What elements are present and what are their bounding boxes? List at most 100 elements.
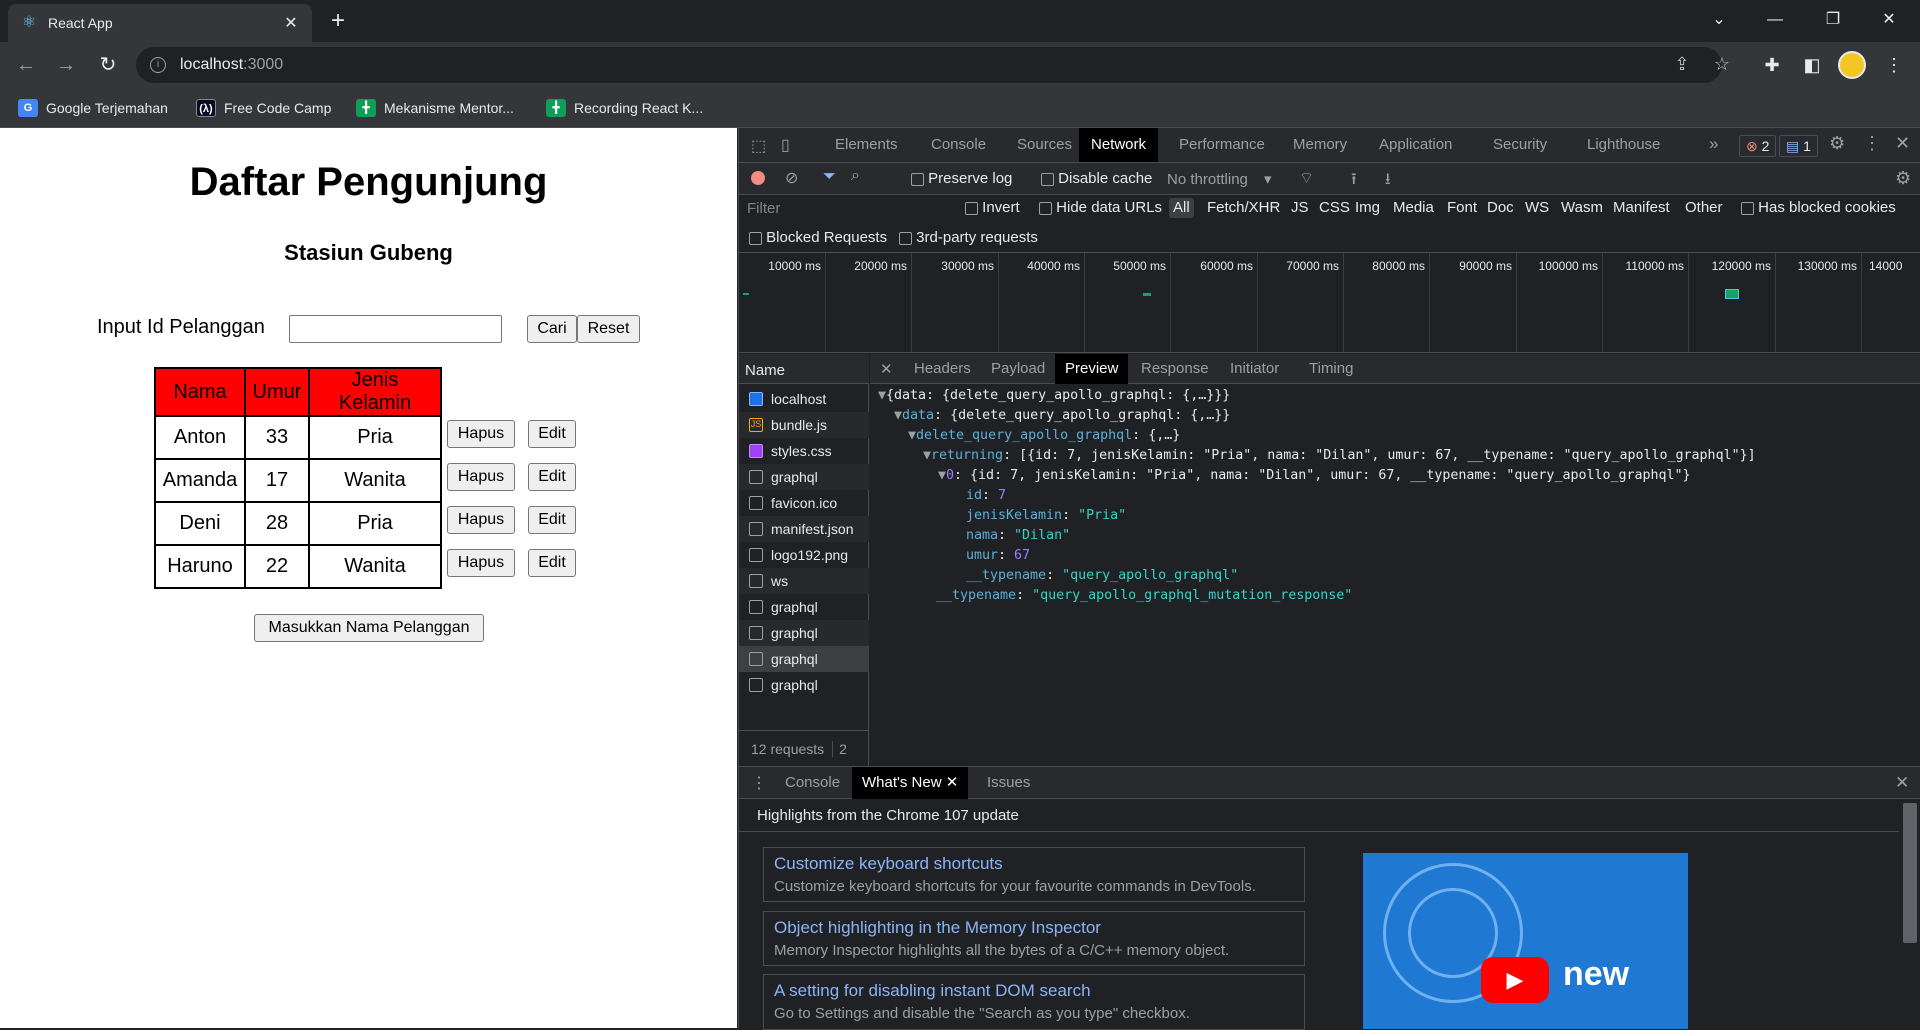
preview-line[interactable]: ▼delete_query_apollo_graphql: {,…} [908, 426, 1180, 446]
bookmark-recording-react[interactable]: ╋ Recording React K... [546, 96, 703, 120]
close-window-icon[interactable]: ✕ [1866, 6, 1912, 34]
drawer-menu-icon[interactable]: ⋮ [751, 773, 767, 793]
profile-avatar[interactable] [1838, 51, 1866, 79]
request-row[interactable]: graphql [739, 672, 869, 698]
reload-icon[interactable]: ↻ [94, 51, 122, 79]
type-filter-wasm[interactable]: Wasm [1561, 195, 1603, 221]
detail-tab-response[interactable]: Response [1133, 354, 1217, 384]
back-icon[interactable]: ← [12, 51, 40, 79]
tab-memory[interactable]: Memory [1281, 128, 1359, 162]
error-count-badge[interactable]: ⊗ 2 [1739, 135, 1777, 157]
edit-button[interactable]: Edit [528, 549, 576, 577]
whats-new-card[interactable]: Object highlighting in the Memory Inspec… [763, 911, 1305, 966]
throttling-select[interactable]: No throttling ▾ [1167, 170, 1272, 188]
import-har-icon[interactable]: ⭱ [1351, 168, 1357, 195]
disable-cache-checkbox[interactable]: Disable cache [1041, 170, 1152, 187]
request-row[interactable]: localhost [739, 386, 869, 412]
card-title[interactable]: Object highlighting in the Memory Inspec… [774, 918, 1294, 938]
filter-input[interactable]: Filter [747, 200, 951, 220]
minimize-icon[interactable]: — [1752, 6, 1798, 34]
collapse-triangle-icon[interactable]: ▼ [894, 408, 902, 423]
bookmark-mekanisme-mentor[interactable]: ╋ Mekanisme Mentor... [356, 96, 514, 120]
type-filter-all[interactable]: All [1169, 198, 1194, 218]
device-toolbar-icon[interactable]: ▯ [781, 135, 790, 155]
tab-sources[interactable]: Sources [1005, 128, 1084, 162]
request-row[interactable]: JS bundle.js [739, 412, 869, 438]
edit-button[interactable]: Edit [528, 506, 576, 534]
detail-tab-preview[interactable]: Preview [1055, 354, 1129, 384]
edit-button[interactable]: Edit [528, 420, 576, 448]
drawer-tab-issues[interactable]: Issues [977, 767, 1040, 799]
detail-tab-initiator[interactable]: Initiator [1222, 354, 1287, 384]
preview-line[interactable]: ▼data: {delete_query_apollo_graphql: {,…… [894, 406, 1230, 426]
address-bar[interactable]: i localhost:3000 [136, 47, 1722, 83]
type-filter-manifest[interactable]: Manifest [1613, 195, 1670, 221]
has-blocked-cookies-checkbox[interactable]: Has blocked cookies [1741, 195, 1896, 221]
preserve-log-checkbox[interactable]: Preserve log [911, 170, 1012, 187]
third-party-checkbox[interactable]: 3rd-party requests [899, 225, 1038, 251]
request-row[interactable]: logo192.png [739, 542, 869, 568]
network-overview-timeline[interactable]: 10000 ms 20000 ms 30000 ms 40000 ms 5000… [739, 253, 1920, 353]
type-filter-fetch-xhr[interactable]: Fetch/XHR [1207, 195, 1280, 221]
collapse-triangle-icon[interactable]: ▼ [938, 468, 946, 483]
filter-icon[interactable]: ⏷ [823, 168, 836, 186]
request-row-selected[interactable]: graphql [739, 646, 869, 672]
add-customer-button[interactable]: Masukkan Nama Pelanggan [254, 614, 484, 642]
collapse-triangle-icon[interactable]: ▼ [923, 448, 931, 463]
clear-icon[interactable]: ⊘ [785, 168, 798, 188]
close-tab-icon[interactable]: ✕ [946, 774, 959, 791]
delete-button[interactable]: Hapus [447, 420, 515, 448]
request-row[interactable]: graphql [739, 620, 869, 646]
delete-button[interactable]: Hapus [447, 506, 515, 534]
restore-icon[interactable]: ❐ [1810, 6, 1856, 34]
hide-data-urls-checkbox[interactable]: Hide data URLs [1039, 195, 1162, 221]
preview-line[interactable]: ▼{data: {delete_query_apollo_graphql: {,… [878, 386, 1230, 406]
settings-gear-icon[interactable]: ⚙ [1829, 133, 1845, 154]
delete-button[interactable]: Hapus [447, 463, 515, 491]
search-button[interactable]: Cari [527, 315, 577, 343]
type-filter-ws[interactable]: WS [1525, 195, 1549, 221]
type-filter-css[interactable]: CSS [1319, 195, 1350, 221]
delete-button[interactable]: Hapus [447, 549, 515, 577]
tab-search-icon[interactable]: ⌄ [1696, 6, 1742, 34]
export-har-icon[interactable]: ⭳ [1385, 168, 1391, 195]
share-icon[interactable]: ⇪ [1668, 50, 1696, 78]
name-column-header[interactable]: Name [739, 354, 869, 384]
preview-line[interactable]: ▼returning: [{id: 7, jenisKelamin: "Pria… [923, 446, 1756, 466]
request-row[interactable]: styles.css [739, 438, 869, 464]
drawer-scrollbar[interactable] [1903, 803, 1917, 943]
tab-network[interactable]: Network [1079, 128, 1159, 162]
extensions-icon[interactable]: ✚ [1758, 51, 1786, 79]
tab-elements[interactable]: Elements [823, 128, 910, 162]
tab-performance[interactable]: Performance [1167, 128, 1277, 162]
card-title[interactable]: A setting for disabling instant DOM sear… [774, 981, 1294, 1001]
drawer-tab-whats-new[interactable]: What's New ✕ [852, 767, 969, 799]
request-row[interactable]: graphql [739, 594, 869, 620]
close-tab-icon[interactable]: ✕ [282, 13, 300, 33]
collapse-triangle-icon[interactable]: ▼ [878, 388, 886, 403]
type-filter-media[interactable]: Media [1393, 195, 1434, 221]
whats-new-card[interactable]: A setting for disabling instant DOM sear… [763, 974, 1305, 1030]
record-icon[interactable] [751, 171, 765, 185]
search-icon[interactable]: ⌕ [851, 167, 860, 185]
type-filter-doc[interactable]: Doc [1487, 195, 1514, 221]
request-row[interactable]: ws [739, 568, 869, 594]
request-row[interactable]: favicon.ico [739, 490, 869, 516]
whats-new-card[interactable]: Customize keyboard shortcuts Customize k… [763, 847, 1305, 902]
forward-icon[interactable]: → [52, 51, 80, 79]
type-filter-img[interactable]: Img [1355, 195, 1380, 221]
close-detail-icon[interactable]: ✕ [880, 360, 893, 378]
detail-tab-payload[interactable]: Payload [983, 354, 1053, 384]
close-devtools-icon[interactable]: ✕ [1895, 133, 1910, 154]
new-tab-button[interactable]: + [324, 8, 352, 36]
request-row[interactable]: graphql [739, 464, 869, 490]
detail-tab-headers[interactable]: Headers [906, 354, 979, 384]
type-filter-js[interactable]: JS [1291, 195, 1309, 221]
bookmark-google-terjemahan[interactable]: G Google Terjemahan [18, 96, 168, 120]
card-title[interactable]: Customize keyboard shortcuts [774, 854, 1294, 874]
devtools-menu-icon[interactable]: ⋮ [1863, 133, 1881, 154]
network-settings-icon[interactable]: ⚙ [1895, 168, 1911, 189]
inspect-element-icon[interactable]: ⬚ [751, 136, 766, 156]
more-tabs-icon[interactable]: » [1709, 134, 1718, 154]
site-info-icon[interactable]: i [150, 57, 166, 73]
